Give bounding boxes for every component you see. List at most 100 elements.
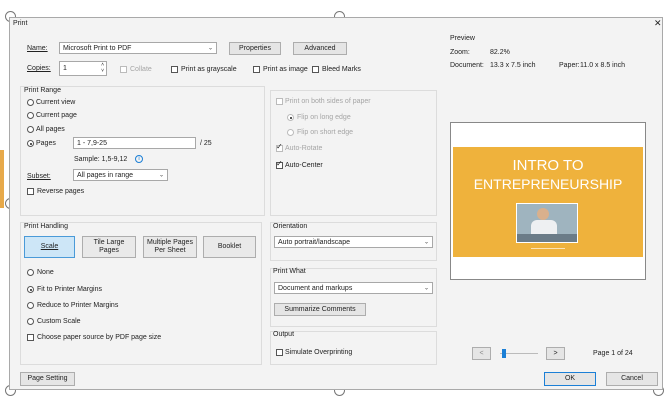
- orientation-title: Orientation: [273, 223, 308, 230]
- current-page-radio[interactable]: [27, 112, 34, 119]
- reverse-pages-checkbox[interactable]: [27, 188, 34, 195]
- auto-rotate-label: Auto-Rotate: [285, 145, 323, 152]
- previous-page-button[interactable]: <: [472, 347, 491, 360]
- custom-scale-label: Custom Scale: [37, 318, 81, 325]
- summarize-comments-button[interactable]: Summarize Comments: [274, 303, 366, 316]
- preview-title: Preview: [450, 35, 475, 42]
- stepper-arrows-icon[interactable]: ˄ ˅: [101, 62, 104, 74]
- collate-label: Collate: [130, 66, 152, 73]
- fit-margins-radio[interactable]: [27, 286, 34, 293]
- pages-total: / 25: [200, 140, 212, 147]
- multiple-button-label: Multiple Pages Per Sheet: [147, 239, 193, 254]
- printer-name-label: Name:: [27, 45, 48, 52]
- output-title: Output: [273, 331, 295, 338]
- window-title: Print: [13, 20, 28, 27]
- current-page-label: Current page: [36, 112, 77, 119]
- copies-label: Copies:: [27, 65, 51, 72]
- both-sides-checkbox[interactable]: [276, 98, 283, 105]
- preview-page: INTRO TO ENTREPRENEURSHIP: [450, 122, 646, 280]
- multiple-pages-button[interactable]: Multiple Pages Per Sheet: [143, 236, 197, 258]
- close-icon[interactable]: ✕: [654, 18, 662, 29]
- simulate-overprinting-checkbox[interactable]: [276, 349, 283, 356]
- print-what-title: Print What: [273, 268, 306, 275]
- bleed-marks-label: Bleed Marks: [322, 66, 361, 73]
- pages-range-input[interactable]: 1 - 7,9-25: [73, 137, 196, 149]
- printer-select-value: Microsoft Print to PDF: [63, 44, 132, 52]
- photo-desk-shape: [517, 234, 577, 242]
- advanced-button[interactable]: Advanced: [293, 42, 347, 55]
- page-slider-track[interactable]: [500, 353, 538, 354]
- subset-select[interactable]: All pages in range ⌄: [73, 169, 168, 181]
- long-edge-radio[interactable]: [287, 114, 294, 121]
- ok-button[interactable]: OK: [544, 372, 596, 386]
- short-edge-label: Flip on short edge: [297, 129, 354, 136]
- pages-radio[interactable]: [27, 140, 34, 147]
- reverse-pages-label: Reverse pages: [37, 188, 85, 195]
- pages-label: Pages: [36, 140, 56, 147]
- scale-button[interactable]: Scale: [24, 236, 75, 258]
- orientation-value: Auto portrait/landscape: [278, 238, 350, 246]
- next-page-button[interactable]: >: [546, 347, 565, 360]
- print-as-image-checkbox[interactable]: [253, 66, 260, 73]
- background-accent-bar: [0, 150, 4, 208]
- collate-checkbox[interactable]: [120, 66, 127, 73]
- orientation-select[interactable]: Auto portrait/landscape ⌄: [274, 236, 433, 248]
- tile-large-pages-button[interactable]: Tile Large Pages: [82, 236, 136, 258]
- grayscale-label: Print as grayscale: [181, 66, 237, 73]
- print-handling-title: Print Handling: [24, 223, 68, 230]
- none-radio[interactable]: [27, 269, 34, 276]
- page-slider-thumb[interactable]: [501, 349, 506, 358]
- scale-button-label: Scale: [40, 243, 59, 250]
- copies-stepper[interactable]: 1 ˄ ˅: [59, 61, 107, 76]
- cancel-button[interactable]: Cancel: [606, 372, 658, 386]
- print-what-value: Document and markups: [278, 284, 353, 292]
- current-view-label: Current view: [36, 99, 76, 106]
- info-icon[interactable]: i: [135, 155, 143, 163]
- booklet-button-label: Booklet: [217, 243, 242, 250]
- page-setting-button[interactable]: Page Setting: [20, 372, 75, 386]
- none-label: None: [37, 269, 54, 276]
- subset-value: All pages in range: [77, 171, 134, 179]
- photo-person-icon: [537, 208, 549, 220]
- paper-size-label: Paper:: [559, 62, 580, 69]
- zoom-label: Zoom:: [450, 49, 470, 56]
- slide-title-line-2: ENTREPRENEURSHIP: [473, 176, 623, 192]
- paper-size-value: 11.0 x 8.5 inch: [580, 62, 626, 69]
- custom-scale-radio[interactable]: [27, 318, 34, 325]
- paper-source-checkbox[interactable]: [27, 334, 34, 341]
- document-size-value: 13.3 x 7.5 inch: [490, 62, 536, 69]
- current-view-radio[interactable]: [27, 99, 34, 106]
- print-range-title: Print Range: [24, 87, 61, 94]
- subset-label: Subset:: [27, 173, 51, 180]
- zoom-value: 82.2%: [490, 49, 510, 56]
- duplex-group: [270, 90, 437, 216]
- bleed-marks-checkbox[interactable]: [312, 66, 319, 73]
- booklet-button[interactable]: Booklet: [203, 236, 256, 258]
- pages-range-value: 1 - 7,9-25: [77, 139, 107, 147]
- all-pages-radio[interactable]: [27, 126, 34, 133]
- short-edge-radio[interactable]: [287, 129, 294, 136]
- grayscale-checkbox[interactable]: [171, 66, 178, 73]
- print-what-select[interactable]: Document and markups ⌄: [274, 282, 433, 294]
- print-what-group: [270, 268, 437, 327]
- reduce-margins-label: Reduce to Printer Margins: [37, 302, 119, 309]
- properties-button[interactable]: Properties: [229, 42, 281, 55]
- slide-title-line-1: INTRO TO: [512, 157, 584, 174]
- slide-photo: [516, 203, 578, 243]
- reduce-margins-radio[interactable]: [27, 302, 34, 309]
- printer-select[interactable]: Microsoft Print to PDF ⌄: [59, 42, 217, 54]
- page-indicator: Page 1 of 24: [593, 350, 633, 357]
- document-size-label: Document:: [450, 62, 484, 69]
- long-edge-label: Flip on long edge: [297, 114, 351, 121]
- chevron-down-icon: ⌄: [158, 172, 164, 179]
- slide-caption-line: [531, 248, 565, 249]
- auto-center-checkbox[interactable]: [276, 159, 283, 169]
- auto-rotate-checkbox[interactable]: [276, 142, 283, 152]
- both-sides-label: Print on both sides of paper: [285, 98, 371, 105]
- tile-button-label: Tile Large Pages: [93, 239, 125, 254]
- chevron-down-icon: ⌄: [423, 239, 429, 246]
- output-group: [270, 331, 437, 365]
- simulate-overprinting-label: Simulate Overprinting: [285, 349, 353, 356]
- auto-center-label: Auto-Center: [285, 162, 323, 169]
- pages-sample: Sample: 1,5-9,12: [74, 156, 128, 163]
